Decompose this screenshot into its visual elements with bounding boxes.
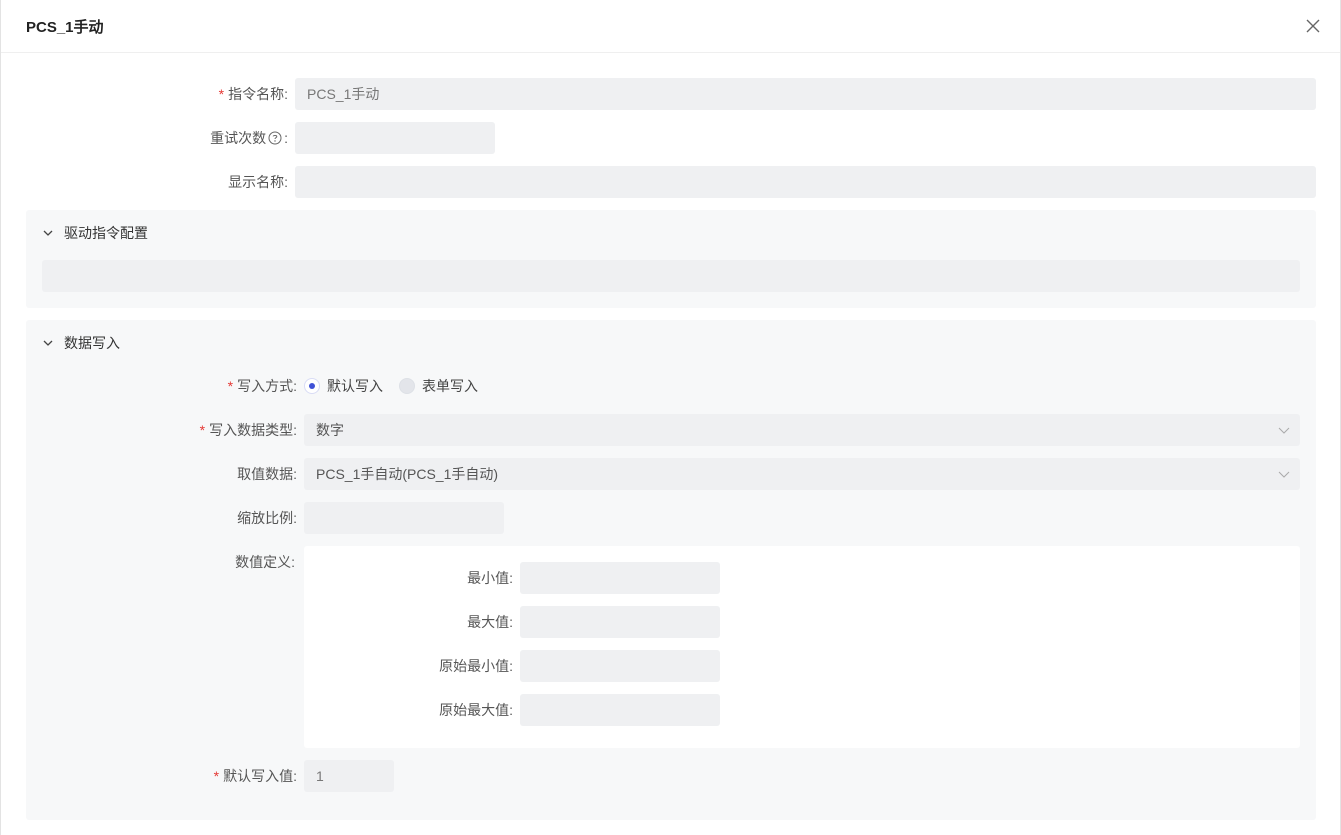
command-dialog: PCS_1手动 * 指令名称: PCS_1手动 重试次数 : 显示名称: 驱动指令	[0, 0, 1341, 835]
radio-default-write[interactable]: 默认写入	[304, 376, 383, 396]
raw-max-value-row: 原始最大值:	[1, 694, 1341, 726]
driver-config-header[interactable]: 驱动指令配置	[42, 223, 148, 243]
driver-config-input[interactable]	[42, 260, 1300, 292]
driver-config-panel: 驱动指令配置	[26, 210, 1316, 308]
source-data-select[interactable]: PCS_1手自动(PCS_1手自动)	[304, 458, 1300, 490]
driver-config-title: 驱动指令配置	[64, 225, 148, 241]
write-mode-row: * 写入方式: 默认写入 表单写入	[1, 370, 1341, 402]
display-name-input[interactable]	[295, 166, 1316, 198]
display-name-label: 显示名称:	[228, 174, 288, 190]
max-value-label: 最大值:	[467, 614, 513, 630]
max-value-row: 最大值:	[1, 606, 1341, 638]
display-name-row: 显示名称:	[1, 166, 1341, 198]
command-name-row: * 指令名称: PCS_1手动	[1, 78, 1341, 110]
retry-count-label: 重试次数 :	[210, 130, 288, 146]
default-value-input[interactable]: 1	[304, 760, 394, 792]
raw-max-value-label: 原始最大值:	[439, 702, 513, 718]
default-value-label: * 默认写入值:	[213, 768, 297, 784]
close-icon[interactable]	[1303, 16, 1323, 36]
min-value-input[interactable]	[520, 562, 720, 594]
data-write-title: 数据写入	[64, 335, 120, 351]
min-value-row: 最小值:	[1, 562, 1341, 594]
command-name-input[interactable]: PCS_1手动	[295, 78, 1316, 110]
raw-max-value-input[interactable]	[520, 694, 720, 726]
default-value-row: * 默认写入值: 1	[1, 760, 1341, 792]
chevron-down-icon	[43, 340, 53, 346]
data-type-label: * 写入数据类型:	[199, 422, 297, 438]
data-type-row: * 写入数据类型: 数字	[1, 414, 1341, 446]
raw-min-value-label: 原始最小值:	[439, 658, 513, 674]
write-mode-label: * 写入方式:	[227, 378, 297, 394]
raw-min-value-input[interactable]	[520, 650, 720, 682]
raw-min-value-row: 原始最小值:	[1, 650, 1341, 682]
scale-label: 缩放比例:	[237, 510, 297, 526]
max-value-input[interactable]	[520, 606, 720, 638]
scale-row: 缩放比例:	[1, 502, 1341, 534]
data-type-select[interactable]: 数字	[304, 414, 1300, 446]
scale-input[interactable]	[304, 502, 504, 534]
chevron-down-icon	[1278, 427, 1290, 434]
command-name-label: * 指令名称:	[218, 86, 288, 102]
source-data-row: 取值数据: PCS_1手自动(PCS_1手自动)	[1, 458, 1341, 490]
radio-form-write[interactable]: 表单写入	[399, 376, 478, 396]
chevron-down-icon	[43, 230, 53, 236]
retry-count-input[interactable]	[295, 122, 495, 154]
min-value-label: 最小值:	[467, 570, 513, 586]
dialog-title: PCS_1手动	[26, 19, 104, 36]
write-mode-radio-group: 默认写入 表单写入	[304, 370, 494, 402]
dialog-header: PCS_1手动	[1, 0, 1340, 53]
question-circle-icon[interactable]	[268, 131, 282, 145]
source-data-label: 取值数据:	[237, 466, 297, 482]
radio-selected-icon	[304, 378, 320, 394]
data-write-header[interactable]: 数据写入	[42, 333, 120, 353]
retry-count-row: 重试次数 :	[1, 122, 1341, 154]
radio-unselected-icon	[399, 378, 415, 394]
chevron-down-icon	[1278, 471, 1290, 478]
